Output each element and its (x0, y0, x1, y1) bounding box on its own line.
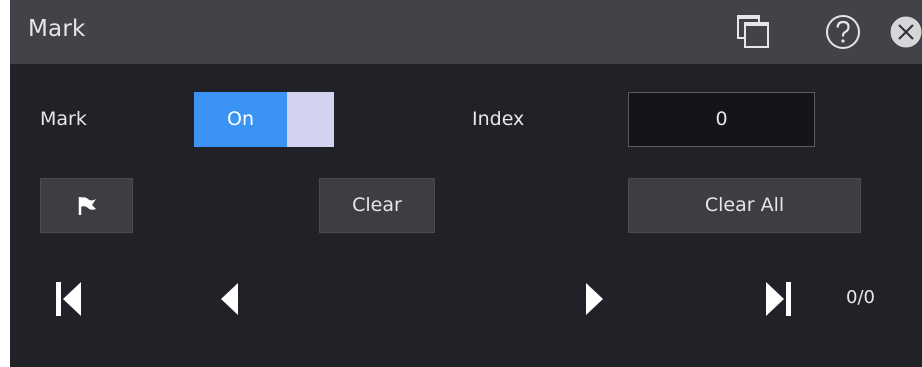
mark-dialog: Mark Mark On Index 0 Clear Clear All 0/0 (10, 0, 922, 367)
index-label: Index (472, 108, 525, 130)
skip-last-icon[interactable] (762, 278, 806, 322)
skip-first-icon[interactable] (50, 278, 94, 322)
toggle-state-label: On (194, 92, 287, 147)
set-mark-button[interactable] (40, 178, 133, 233)
toggle-knob[interactable] (287, 92, 334, 147)
help-icon[interactable] (823, 12, 863, 52)
index-field[interactable]: 0 (628, 92, 815, 147)
mark-label: Mark (40, 108, 87, 130)
clear-all-button[interactable]: Clear All (628, 178, 861, 233)
previous-icon[interactable] (210, 278, 254, 322)
clear-button[interactable]: Clear (319, 178, 435, 233)
close-icon[interactable] (886, 12, 922, 52)
mark-counter: 0/0 (846, 287, 875, 308)
title-bar: Mark (10, 0, 922, 64)
mark-toggle[interactable]: On (194, 92, 334, 147)
dialog-title: Mark (28, 16, 86, 42)
next-icon[interactable] (578, 278, 622, 322)
windows-icon[interactable] (733, 12, 773, 52)
